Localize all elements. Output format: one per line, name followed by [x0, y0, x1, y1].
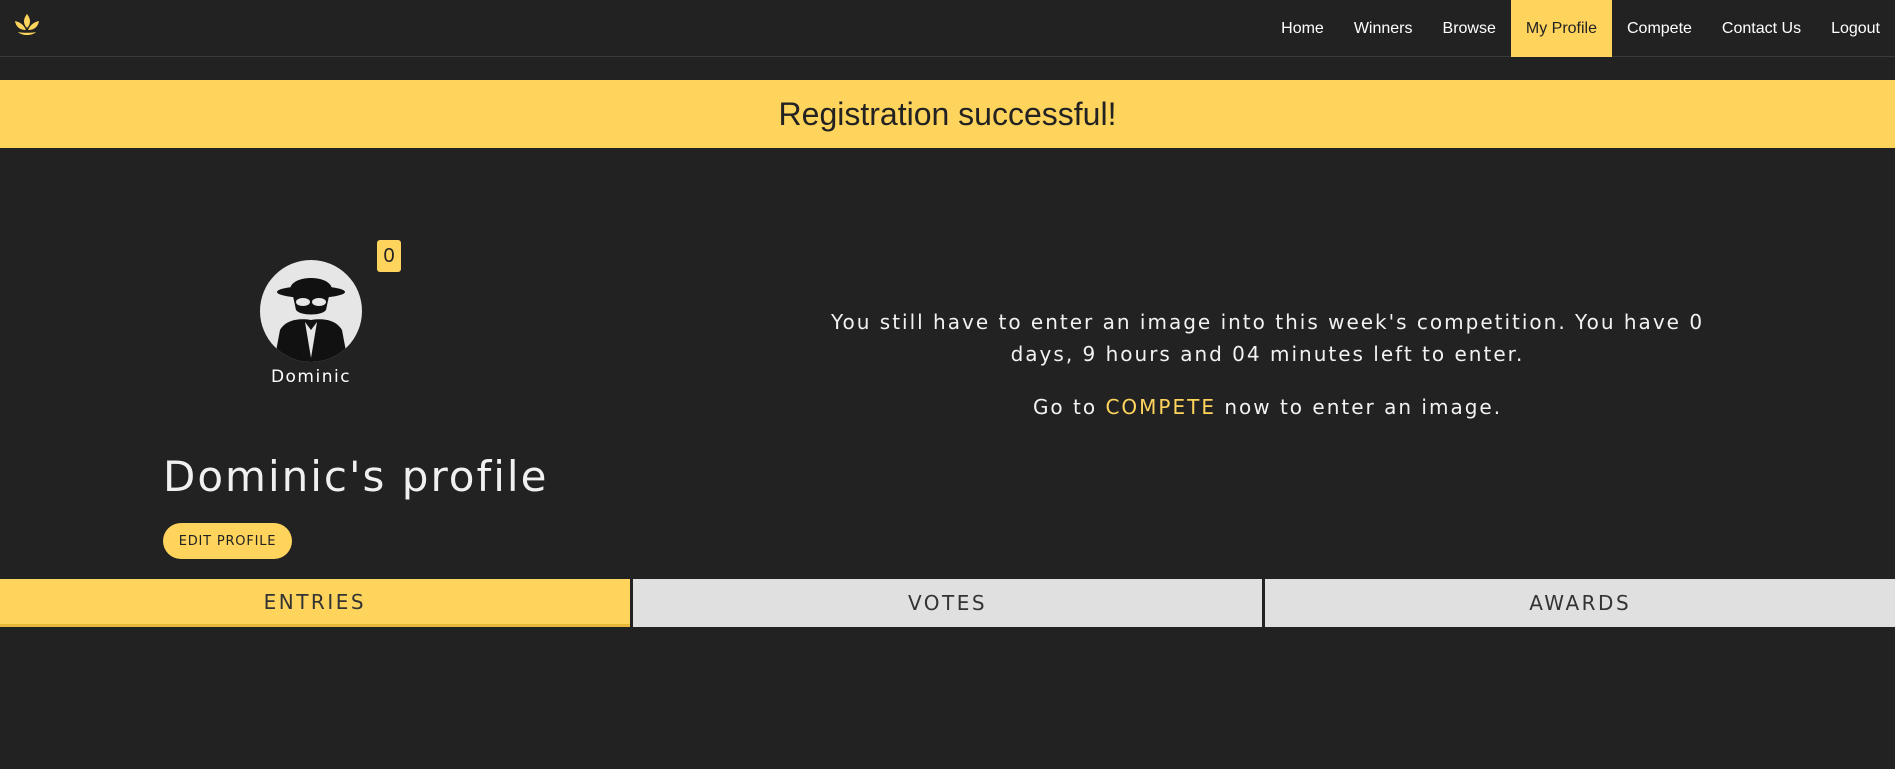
avatar-username: Dominic	[270, 367, 352, 387]
profile-tabs: ENTRIES VOTES AWARDS	[0, 579, 1895, 627]
page-title: Dominic's profile	[163, 452, 549, 501]
spy-avatar-icon	[260, 260, 362, 362]
lotus-icon[interactable]	[12, 12, 42, 38]
compete-link[interactable]: COMPETE	[1105, 395, 1216, 419]
nav-browse[interactable]: Browse	[1428, 0, 1511, 57]
nav-winners[interactable]: Winners	[1339, 0, 1428, 57]
edit-profile-button[interactable]: EDIT PROFILE	[163, 523, 292, 559]
top-navbar: Home Winners Browse My Profile Compete C…	[0, 0, 1895, 57]
cta-suffix: now to enter an image.	[1215, 395, 1503, 419]
competition-notice: You still have to enter an image into th…	[830, 310, 1705, 366]
compete-cta: Go to COMPETE now to enter an image.	[810, 392, 1725, 422]
nav-compete[interactable]: Compete	[1612, 0, 1707, 57]
cta-prefix: Go to	[1032, 395, 1106, 419]
success-banner: Registration successful!	[0, 80, 1895, 148]
banner-message: Registration successful!	[778, 95, 1117, 132]
nav-home[interactable]: Home	[1266, 0, 1339, 57]
tab-entries[interactable]: ENTRIES	[0, 579, 630, 627]
tab-awards[interactable]: AWARDS	[1265, 579, 1895, 627]
tab-votes[interactable]: VOTES	[632, 579, 1263, 627]
nav-contact-us[interactable]: Contact Us	[1707, 0, 1816, 57]
entry-count-badge: 0	[377, 240, 401, 272]
nav-my-profile[interactable]: My Profile	[1510, 0, 1612, 57]
nav-logout[interactable]: Logout	[1816, 0, 1895, 57]
nav-links: Home Winners Browse My Profile Compete C…	[1266, 0, 1895, 57]
